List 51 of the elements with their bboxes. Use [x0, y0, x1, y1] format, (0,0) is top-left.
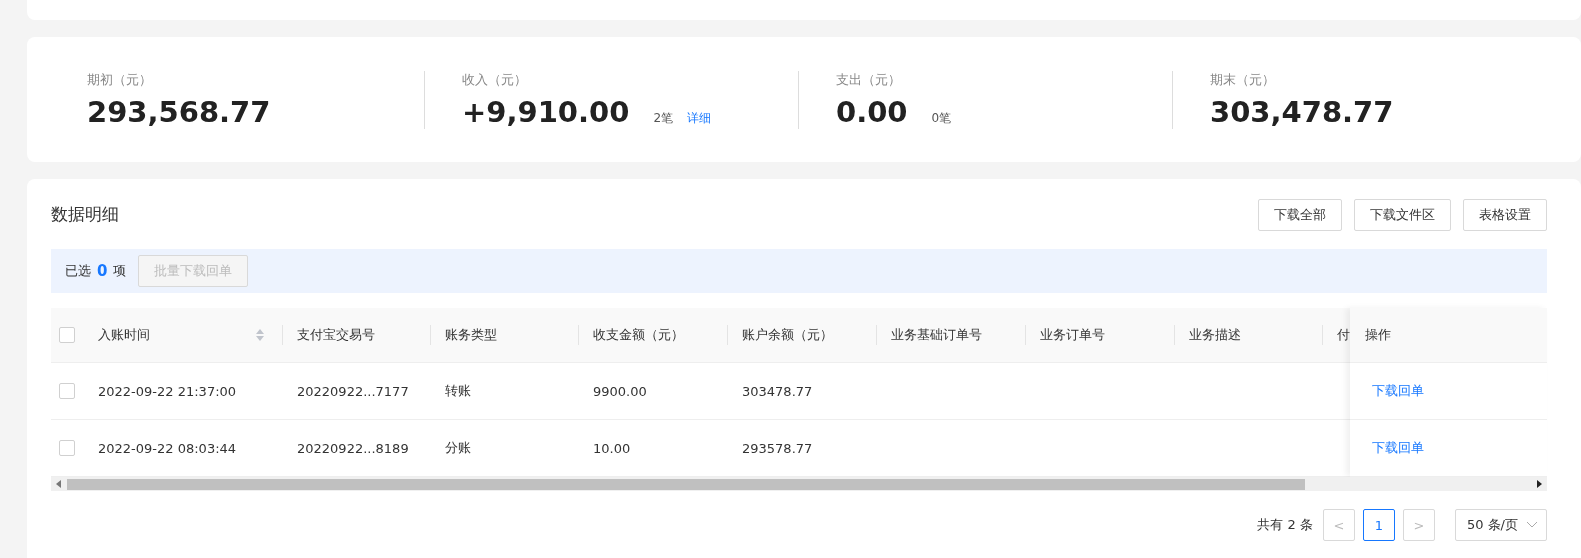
stat-label: 期初（元） [87, 70, 153, 89]
stat-value: 293,568.77 [87, 94, 271, 129]
table-cell: 2022-09-22 08:03:44 [98, 440, 237, 456]
table-cell: 20220922...8189 [297, 440, 409, 456]
column-header: 入账时间 [98, 326, 150, 344]
stat-label: 期末（元） [1210, 70, 1276, 89]
column-header: 业务基础订单号 [891, 326, 982, 344]
column-header: 付 [1337, 326, 1350, 344]
horizontal-scrollbar[interactable] [51, 477, 1547, 491]
column-header: 账户余额（元） [742, 326, 833, 344]
chevron-down-icon [1526, 521, 1538, 529]
scroll-right-icon[interactable] [1536, 480, 1542, 488]
sort-icon[interactable] [256, 329, 264, 341]
selection-label: 项 [113, 262, 127, 280]
section-title: 数据明细 [51, 203, 119, 226]
page-size-select[interactable]: 50 条/页 [1454, 509, 1547, 541]
toolbar-button[interactable]: 表格设置 [1463, 198, 1547, 231]
table-cell: 分账 [445, 439, 471, 457]
column-header: 业务订单号 [1040, 326, 1105, 344]
column-header: 收支金额（元） [593, 326, 684, 344]
detail-link[interactable]: 详细 [687, 109, 712, 127]
download-receipt-link[interactable]: 下载回单 [1372, 382, 1424, 400]
selection-label: 已选 [65, 262, 91, 280]
column-header: 业务描述 [1189, 326, 1241, 344]
stat-value: +9,910.00 [462, 94, 630, 129]
table-cell: 10.00 [593, 440, 631, 456]
stat-value: 0.00 [836, 94, 908, 129]
stat-count: 2笔 [653, 109, 674, 127]
toolbar-button[interactable]: 下载全部 [1258, 198, 1342, 231]
table-cell: 9900.00 [593, 383, 647, 399]
scroll-left-icon[interactable] [56, 480, 62, 488]
column-header: 支付宝交易号 [297, 326, 375, 344]
checkbox[interactable] [59, 440, 75, 456]
stat-value: 303,478.77 [1210, 94, 1394, 129]
page-button[interactable]: 1 [1362, 509, 1395, 541]
column-header: 操作 [1365, 326, 1391, 344]
toolbar-button[interactable]: 下载文件区 [1354, 198, 1451, 231]
table-cell: 2022-09-22 21:37:00 [98, 383, 237, 399]
table-cell: 20220922...7177 [297, 383, 409, 399]
checkbox[interactable] [59, 327, 75, 343]
stat-label: 支出（元） [836, 70, 902, 89]
stat-label: 收入（元） [462, 70, 528, 89]
column-header: 账务类型 [445, 326, 497, 344]
stat-count: 0笔 [931, 109, 952, 127]
total-count: 共有 2 条 [1257, 516, 1313, 534]
table-cell: 转账 [445, 382, 471, 400]
download-receipt-link[interactable]: 下载回单 [1372, 439, 1424, 457]
table-cell: 303478.77 [742, 383, 813, 399]
table-cell: 293578.77 [742, 440, 813, 456]
selection-count: 0 [97, 262, 108, 280]
checkbox[interactable] [59, 383, 75, 399]
